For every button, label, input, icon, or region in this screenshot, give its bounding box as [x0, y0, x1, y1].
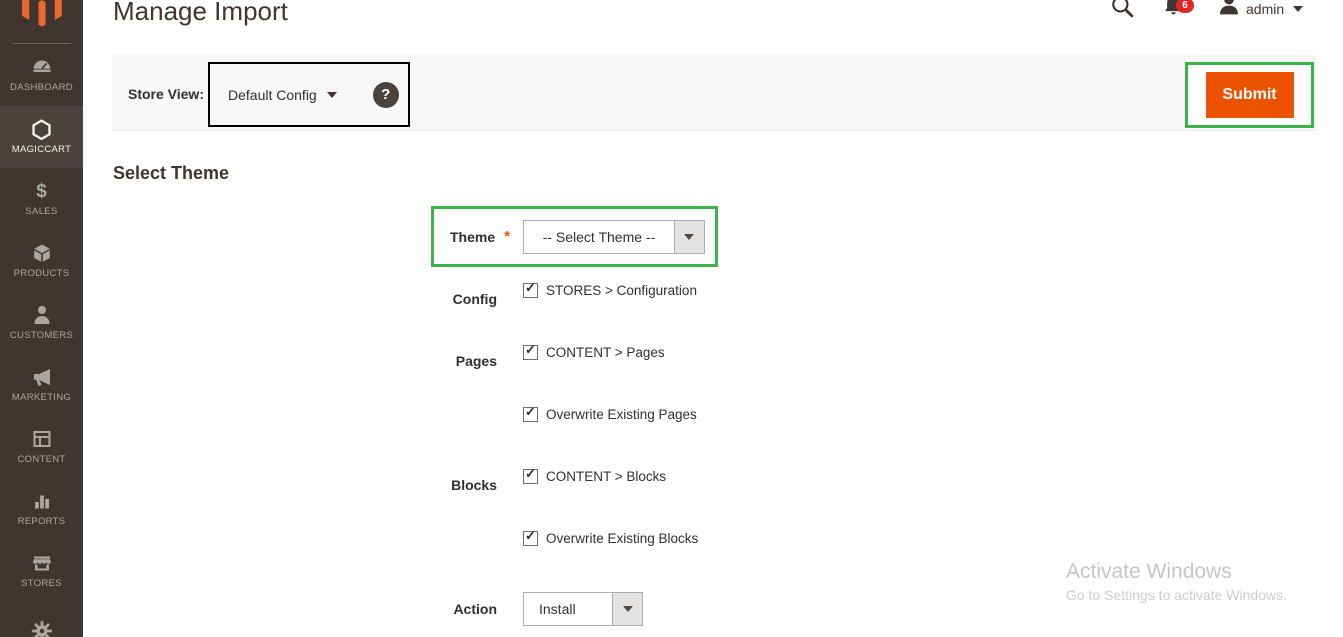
theme-select-arrow-button[interactable] [674, 221, 704, 253]
sidebar-item-label: CONTENT [17, 454, 65, 465]
sidebar-item-label: SALES [25, 206, 57, 217]
hexagon-icon [31, 119, 53, 139]
watermark-subtitle: Go to Settings to activate Windows. [1066, 587, 1287, 603]
search-icon[interactable] [1110, 0, 1134, 23]
storefront-icon [31, 553, 53, 573]
action-select-arrow-button[interactable] [612, 593, 642, 625]
section-heading: Select Theme [113, 163, 229, 184]
sidebar-item-products[interactable]: PRODUCTS [0, 230, 83, 292]
required-asterisk: * [504, 228, 510, 245]
pages-label: Pages [417, 353, 497, 369]
watermark-title: Activate Windows [1066, 560, 1287, 584]
overwrite-blocks-checkbox[interactable] [523, 531, 538, 546]
notification-badge[interactable]: 6 [1176, 0, 1194, 13]
sidebar-item-system[interactable] [0, 602, 83, 637]
sidebar-item-label: MARKETING [12, 392, 71, 403]
help-icon[interactable]: ? [373, 82, 399, 108]
admin-menu[interactable]: admin [1246, 1, 1284, 17]
sidebar-item-label: PRODUCTS [14, 268, 70, 279]
box-icon [31, 243, 53, 263]
sidebar-item-magiccart[interactable]: MAGICCART [0, 106, 83, 168]
sidebar-item-content[interactable]: CONTENT [0, 416, 83, 478]
chevron-down-icon [623, 606, 633, 612]
highlight-box-submit: Submit [1185, 62, 1314, 128]
gear-icon [31, 621, 53, 637]
user-avatar-icon[interactable] [1218, 0, 1240, 20]
sidebar-item-customers[interactable]: CUSTOMERS [0, 292, 83, 354]
dollar-icon: $ [31, 181, 53, 201]
submit-button[interactable]: Submit [1206, 72, 1294, 118]
store-view-label: Store View: [128, 86, 204, 102]
theme-select-value: -- Select Theme -- [524, 221, 674, 253]
windows-activation-watermark: Activate Windows Go to Settings to activ… [1066, 560, 1287, 603]
magento-logo[interactable] [0, 0, 83, 43]
action-label: Action [417, 601, 497, 617]
sidebar-item-label: CUSTOMERS [10, 330, 73, 341]
checkbox-label: Overwrite Existing Pages [546, 407, 697, 422]
checkbox-label: Overwrite Existing Blocks [546, 531, 698, 546]
config-label: Config [417, 291, 497, 307]
sidebar-item-sales[interactable]: $ SALES [0, 168, 83, 230]
page-toolbar: Store View: Default Config ? Submit [112, 55, 1316, 131]
sidebar-item-dashboard[interactable]: DASHBOARD [0, 44, 83, 106]
blocks-checkbox[interactable] [523, 469, 538, 484]
config-checkbox-row: STORES > Configuration [523, 283, 697, 298]
sidebar-item-reports[interactable]: REPORTS [0, 478, 83, 540]
highlight-box-theme: Theme * -- Select Theme -- [431, 206, 718, 267]
config-checkbox[interactable] [523, 283, 538, 298]
sidebar-item-label: REPORTS [18, 516, 66, 527]
blocks-label: Blocks [417, 477, 497, 493]
theme-label: Theme [450, 229, 495, 245]
pages-checkbox[interactable] [523, 345, 538, 360]
checkbox-label: STORES > Configuration [546, 283, 697, 298]
overwrite-blocks-checkbox-row: Overwrite Existing Blocks [523, 531, 698, 546]
store-view-switcher[interactable]: Default Config ? [208, 62, 410, 127]
checkbox-label: CONTENT > Pages [546, 345, 665, 360]
pages-checkbox-row: CONTENT > Pages [523, 345, 665, 360]
overwrite-pages-checkbox-row: Overwrite Existing Pages [523, 407, 697, 422]
page-title: Manage Import [113, 0, 288, 27]
magento-logo-icon [22, 0, 62, 28]
chevron-down-icon [327, 92, 337, 98]
chevron-down-icon[interactable] [1293, 6, 1303, 12]
person-icon [31, 305, 53, 325]
theme-select[interactable]: -- Select Theme -- [523, 220, 705, 254]
layout-icon [31, 429, 53, 449]
sidebar-item-label: STORES [21, 578, 62, 589]
dashboard-icon [31, 57, 53, 77]
action-select[interactable]: Install [523, 592, 643, 626]
overwrite-pages-checkbox[interactable] [523, 407, 538, 422]
action-select-value: Install [524, 593, 612, 625]
sidebar-item-marketing[interactable]: MARKETING [0, 354, 83, 416]
store-view-value: Default Config [228, 87, 317, 103]
sidebar-item-stores[interactable]: STORES [0, 540, 83, 602]
checkbox-label: CONTENT > Blocks [546, 469, 666, 484]
chevron-down-icon [684, 234, 694, 240]
bar-chart-icon [31, 491, 53, 511]
megaphone-icon [31, 367, 53, 387]
admin-sidebar: DASHBOARD MAGICCART $ SALES PRODUCT [0, 0, 83, 637]
manage-import-page: DASHBOARD MAGICCART $ SALES PRODUCT [0, 0, 1343, 637]
blocks-checkbox-row: CONTENT > Blocks [523, 469, 666, 484]
sidebar-item-label: MAGICCART [12, 144, 72, 155]
sidebar-item-label: DASHBOARD [10, 82, 73, 93]
